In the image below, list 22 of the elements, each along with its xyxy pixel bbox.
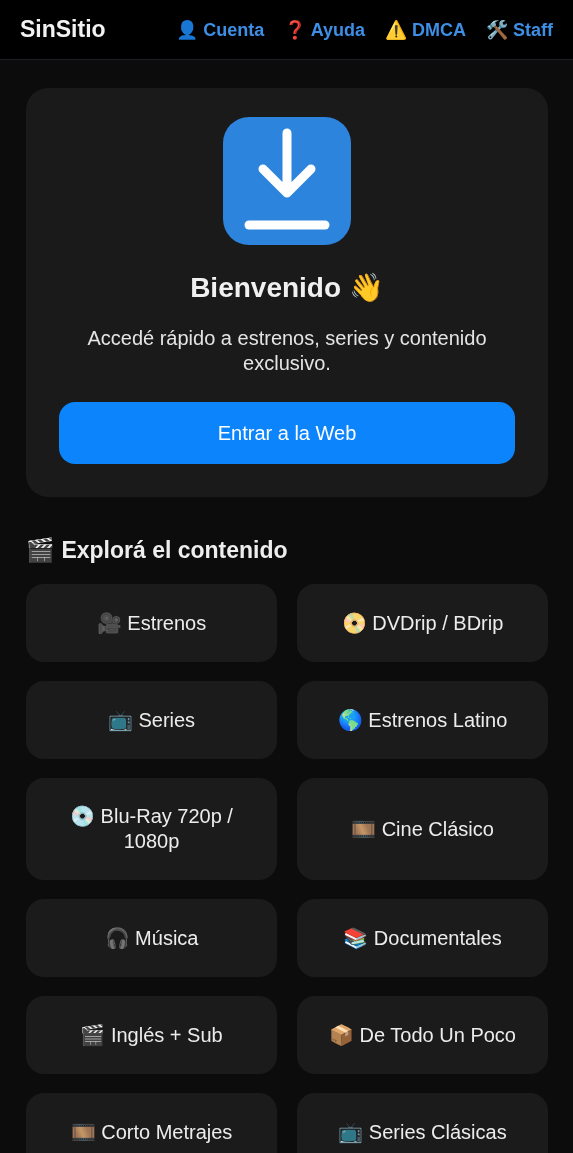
section-heading: 🎬 Explorá el contenido	[26, 537, 289, 564]
category-tile[interactable]: 📦 De Todo Un Poco	[297, 996, 548, 1074]
category-tile[interactable]: 🌎 Estrenos Latino	[297, 681, 548, 759]
category-tile[interactable]: 📚 Documentales	[297, 899, 548, 977]
download-icon	[223, 117, 351, 245]
enter-button[interactable]: Entrar a la Web	[59, 402, 515, 464]
category-tile[interactable]: 📺 Series Clásicas	[297, 1093, 548, 1153]
nav-link[interactable]: ⚠ DMCA	[385, 18, 466, 41]
category-tile[interactable]: 🎞 Cine Clásico	[297, 778, 548, 880]
category-tile[interactable]: 🎥 Estrenos	[26, 584, 277, 662]
nav-link[interactable]: ❓ Ayuda	[284, 18, 365, 41]
site-logo[interactable]: SinSitio	[20, 16, 106, 43]
category-tile[interactable]: 📀 DVDrip / BDrip	[297, 584, 548, 662]
nav-link[interactable]: 👤 Cuenta	[176, 18, 265, 41]
category-tile[interactable]: 💿 Blu-Ray 720p / 1080p	[26, 778, 277, 880]
welcome-title: Bienvenido 👋	[190, 271, 384, 304]
welcome-text: Accedé rápido a estrenos, series y contenido exclusivo.	[86, 326, 488, 376]
category-tile[interactable]: 🎧 Música	[26, 899, 277, 977]
category-tile[interactable]: 📺 Series	[26, 681, 277, 759]
category-tile[interactable]: 🎬 Inglés + Sub	[26, 996, 277, 1074]
category-tile[interactable]: 🎞 Corto Metrajes	[26, 1093, 277, 1153]
nav-link[interactable]: 🛠 Staff	[486, 18, 553, 41]
